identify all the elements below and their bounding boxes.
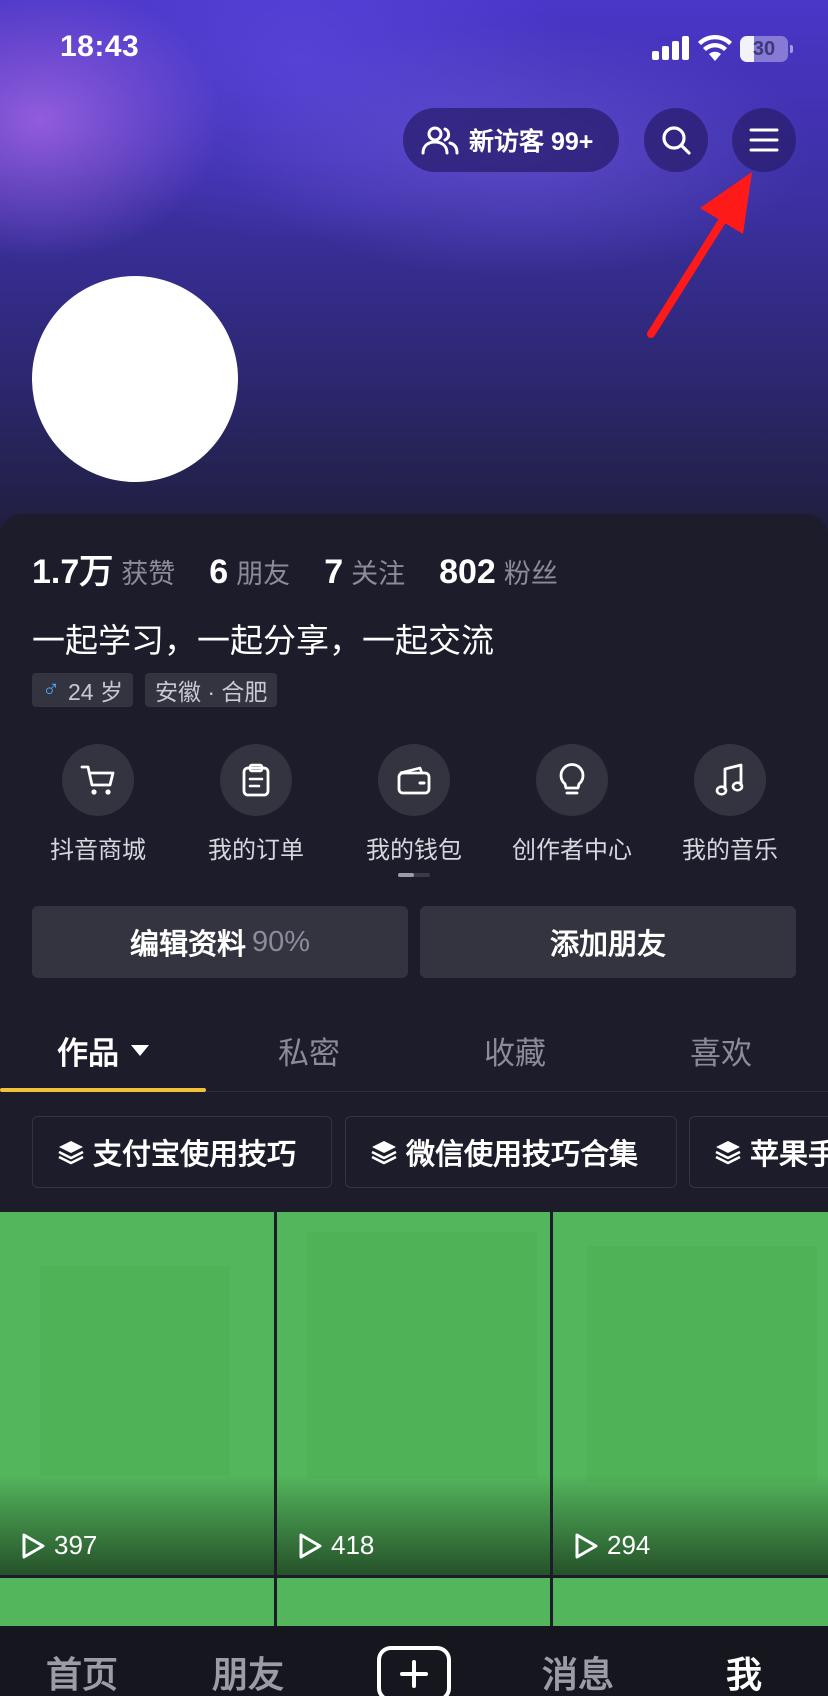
profile-stats: 1.7万 获赞 6 朋友 7 关注 802 粉丝 <box>32 544 592 593</box>
play-count: 397 <box>20 1530 97 1561</box>
add-friend-button[interactable]: 添加朋友 <box>420 906 796 978</box>
avatar[interactable] <box>32 276 238 482</box>
new-visitors-button[interactable]: 新访客 99+ <box>403 108 619 172</box>
shortcut-orders[interactable]: 我的订单 <box>177 744 335 865</box>
shortcut-scroll-indicator <box>398 873 430 877</box>
nav-messages[interactable]: 消息 <box>518 1646 638 1696</box>
nav-me[interactable]: 我 <box>684 1646 804 1696</box>
order-icon <box>242 763 270 797</box>
plus-icon <box>400 1660 428 1688</box>
tab-works-label: 作品 <box>57 1035 119 1071</box>
nav-home[interactable]: 首页 <box>22 1646 142 1696</box>
menu-button[interactable] <box>732 108 796 172</box>
tab-private[interactable]: 私密 <box>206 1008 412 1092</box>
battery-icon: 30 <box>740 36 793 62</box>
play-icon <box>22 1533 45 1558</box>
video-thumbnail[interactable] <box>277 1578 550 1626</box>
stat-friends-label: 朋友 <box>236 559 291 589</box>
stat-likes[interactable]: 1.7万 获赞 <box>32 544 175 593</box>
stat-following-count: 7 <box>324 553 344 591</box>
stack-icon <box>715 1141 741 1165</box>
stat-followers-label: 粉丝 <box>503 559 558 589</box>
collection-chip-wechat[interactable]: 微信使用技巧合集 <box>345 1116 677 1188</box>
bottom-nav: 首页 朋友 消息 我 <box>0 1626 828 1696</box>
content-tabs: 作品 私密 收藏 喜欢 <box>0 1008 828 1092</box>
shortcut-wallet-label: 我的钱包 <box>366 837 462 864</box>
video-grid: 397 418 294 <box>0 1212 828 1626</box>
stat-followers-count: 802 <box>439 553 496 591</box>
stat-following[interactable]: 7 关注 <box>324 552 405 592</box>
play-icon <box>575 1533 598 1558</box>
music-icon <box>715 763 744 796</box>
stat-friends[interactable]: 6 朋友 <box>209 552 290 592</box>
male-icon: ♂ <box>42 676 60 703</box>
age-tag: ♂ 24 岁 <box>32 673 133 707</box>
new-visitors-label: 新访客 99+ <box>469 128 594 156</box>
video-thumbnail[interactable]: 397 <box>0 1212 274 1575</box>
shortcut-creator-center[interactable]: 创作者中心 <box>493 744 651 865</box>
collection-chip-apple[interactable]: 苹果手 <box>689 1116 828 1188</box>
play-count: 294 <box>573 1530 650 1561</box>
hamburger-menu-icon <box>749 128 779 152</box>
nav-friends[interactable]: 朋友 <box>188 1646 308 1696</box>
play-count: 418 <box>297 1530 374 1561</box>
cart-icon <box>80 765 115 795</box>
play-count-value: 397 <box>54 1530 98 1560</box>
collection-chip-alipay[interactable]: 支付宝使用技巧 <box>32 1116 332 1188</box>
stat-friends-count: 6 <box>209 553 229 591</box>
profile-tags: ♂ 24 岁 安徽 · 合肥 <box>32 673 289 707</box>
edit-profile-label: 编辑资料 <box>129 929 246 961</box>
collection-chip-label: 苹果手 <box>750 1139 828 1171</box>
wifi-icon <box>698 34 732 61</box>
bulb-icon <box>559 763 585 795</box>
wallet-icon <box>397 766 431 795</box>
stat-likes-count: 1.7万 <box>32 553 114 591</box>
play-count-value: 294 <box>607 1530 651 1560</box>
search-icon <box>662 126 691 155</box>
video-thumbnail[interactable]: 294 <box>553 1212 828 1575</box>
stat-following-label: 关注 <box>351 559 406 589</box>
create-post-button[interactable] <box>377 1646 451 1696</box>
caret-down-icon <box>131 1044 149 1056</box>
shortcut-wallet[interactable]: 我的钱包 <box>335 744 493 865</box>
play-icon <box>299 1533 322 1558</box>
collection-chip-label: 支付宝使用技巧 <box>93 1139 297 1171</box>
shortcut-mall[interactable]: 抖音商城 <box>19 744 177 865</box>
stack-icon <box>371 1141 397 1165</box>
play-count-value: 418 <box>331 1530 375 1560</box>
collection-chip-label: 微信使用技巧合集 <box>406 1139 639 1171</box>
people-icon <box>421 126 459 155</box>
video-thumbnail[interactable] <box>553 1578 828 1626</box>
add-friend-label: 添加朋友 <box>549 929 666 961</box>
shortcut-mall-label: 抖音商城 <box>50 837 146 864</box>
shortcut-music[interactable]: 我的音乐 <box>651 744 809 865</box>
stack-icon <box>58 1141 84 1165</box>
collection-chips: 支付宝使用技巧 微信使用技巧合集 苹果手 <box>0 1116 828 1188</box>
video-thumbnail[interactable] <box>0 1578 274 1626</box>
search-button[interactable] <box>644 108 708 172</box>
shortcut-orders-label: 我的订单 <box>208 837 304 864</box>
shortcut-music-label: 我的音乐 <box>682 837 778 864</box>
shortcut-row: 抖音商城 我的订单 我的钱包 创作者中心 我的音乐 <box>0 744 828 864</box>
edit-profile-button[interactable]: 编辑资料 90% <box>32 906 408 978</box>
age-label: 24 岁 <box>68 679 123 705</box>
tab-likes[interactable]: 喜欢 <box>618 1008 824 1092</box>
stat-followers[interactable]: 802 粉丝 <box>439 552 558 592</box>
profile-completion-percent: 90% <box>251 925 311 958</box>
location-tag: 安徽 · 合肥 <box>144 673 278 707</box>
video-thumbnail[interactable]: 418 <box>277 1212 550 1575</box>
tab-favorites[interactable]: 收藏 <box>412 1008 618 1092</box>
active-tab-indicator <box>0 1088 206 1092</box>
tab-works[interactable]: 作品 <box>0 1008 206 1092</box>
shortcut-creator-center-label: 创作者中心 <box>512 837 632 864</box>
profile-bio: 一起学习，一起分享，一起交流 <box>32 622 494 659</box>
cellular-signal-icon <box>652 36 690 60</box>
stat-likes-label: 获赞 <box>121 559 176 589</box>
status-bar: 18:43 30 <box>0 0 828 100</box>
status-time: 18:43 <box>60 30 140 63</box>
battery-level: 30 <box>752 38 776 60</box>
